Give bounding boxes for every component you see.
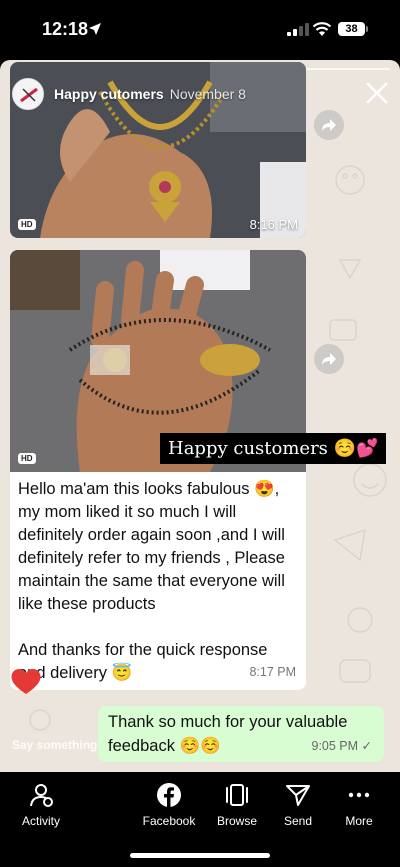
nav-send[interactable]: Send xyxy=(263,780,333,828)
status-date: November 8 xyxy=(169,86,246,102)
battery-indicator: 38 xyxy=(338,22,368,36)
reply-input-placeholder[interactable]: Say something... xyxy=(12,738,107,752)
activity-icon xyxy=(30,784,53,807)
facebook-icon xyxy=(157,783,181,807)
close-icon[interactable] xyxy=(364,80,390,106)
profile-image xyxy=(13,79,43,109)
story-caption: Happy customers ☺️💕 xyxy=(160,433,387,464)
browse-icon xyxy=(226,784,248,806)
story-header: Happy cutomers November 8 xyxy=(12,78,246,110)
nav-activity-label: Activity xyxy=(21,814,60,828)
nav-more[interactable]: More xyxy=(324,780,394,828)
hd-badge: HD xyxy=(18,219,36,230)
status-bar: 12:18 38 xyxy=(0,0,400,58)
wifi-icon xyxy=(312,22,332,36)
location-arrow-icon xyxy=(89,23,101,35)
bottom-navigation: Activity Facebook Browse Send More xyxy=(0,772,400,867)
avatar[interactable] xyxy=(12,78,44,110)
nav-browse[interactable]: Browse xyxy=(202,780,272,828)
hd-badge: HD xyxy=(18,453,36,464)
message-text: Hello ma'am this looks fabulous 😍, my mo… xyxy=(18,480,285,682)
nav-send-label: Send xyxy=(283,814,313,828)
heart-reaction-icon[interactable] xyxy=(10,666,42,696)
forward-button[interactable] xyxy=(314,344,344,374)
forward-arrow-icon xyxy=(322,119,336,131)
nav-facebook-label: Facebook xyxy=(142,814,196,828)
sender-name: Happy cutomers xyxy=(54,86,164,102)
nav-facebook[interactable]: Facebook xyxy=(134,780,204,828)
send-icon xyxy=(286,785,310,806)
nav-activity[interactable]: Activity xyxy=(6,780,76,828)
status-story-viewer[interactable]: HD 8:16 PM Happy cutomers November 8 HD … xyxy=(0,60,400,772)
clock: 12:18 xyxy=(42,19,89,39)
cellular-signal-icon xyxy=(287,23,309,36)
nav-more-label: More xyxy=(345,814,373,828)
message-timestamp: 8:17 PM xyxy=(249,665,296,679)
nav-browse-label: Browse xyxy=(216,814,257,828)
customer-message-bubble: Hello ma'am this looks fabulous 😍, my mo… xyxy=(10,472,306,690)
photo-timestamp: 8:16 PM xyxy=(249,217,298,232)
more-dots-icon xyxy=(348,792,370,798)
home-indicator[interactable] xyxy=(130,853,270,858)
forward-button[interactable] xyxy=(314,110,344,140)
forward-arrow-icon xyxy=(322,353,336,365)
reply-timestamp: 9:05 PM ✓ xyxy=(311,739,373,753)
reply-message-bubble: Thank so much for your valuable feedback… xyxy=(98,706,384,762)
